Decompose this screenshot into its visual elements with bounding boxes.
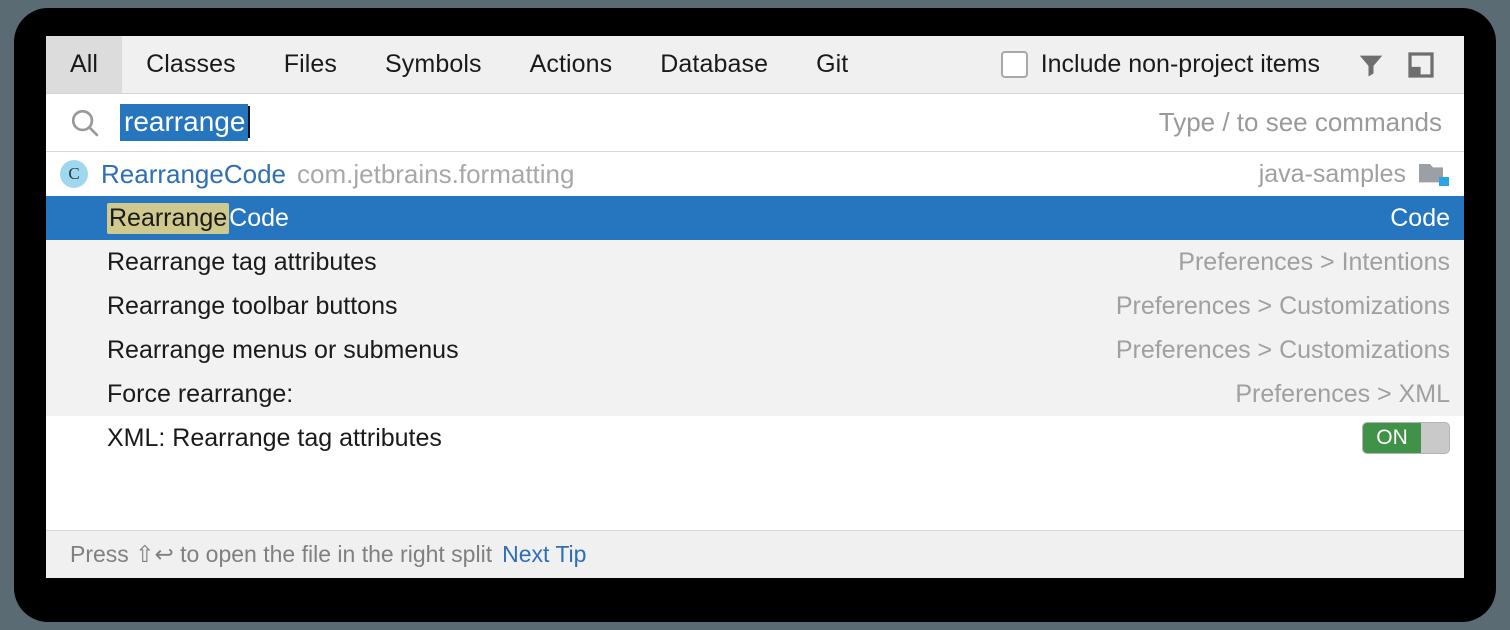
tab-actions[interactable]: Actions bbox=[506, 36, 637, 93]
result-row-xml-rearrange-tag-attributes[interactable]: XML: Rearrange tag attributes ON bbox=[46, 416, 1464, 460]
result-row-force-rearrange[interactable]: Force rearrange: Preferences > XML bbox=[46, 372, 1464, 416]
result-row-content: Rearrange Code bbox=[107, 203, 289, 234]
result-location-label: Preferences > XML bbox=[1235, 380, 1450, 409]
tab-classes[interactable]: Classes bbox=[122, 36, 260, 93]
tab-symbols-label: Symbols bbox=[385, 50, 482, 79]
result-label: Force rearrange: bbox=[107, 380, 293, 409]
tab-git[interactable]: Git bbox=[792, 36, 872, 93]
search-input-value: rearrange bbox=[120, 104, 248, 140]
class-package-label: com.jetbrains.formatting bbox=[297, 159, 574, 190]
tab-bar: All Classes Files Symbols Actions Databa… bbox=[46, 36, 1464, 94]
result-row-content: Force rearrange: bbox=[107, 380, 293, 409]
result-label: Rearrange menus or submenus bbox=[107, 336, 459, 365]
result-location-label: Preferences > Intentions bbox=[1178, 248, 1450, 277]
result-row-meta: Preferences > Intentions bbox=[1178, 248, 1450, 277]
on-off-toggle[interactable]: ON bbox=[1362, 422, 1450, 454]
search-row[interactable]: rearrange Type / to see commands bbox=[46, 94, 1464, 152]
filter-button[interactable] bbox=[1346, 43, 1396, 87]
result-location-label: Code bbox=[1390, 204, 1450, 233]
search-input[interactable]: rearrange bbox=[120, 104, 250, 140]
result-row-meta: ON bbox=[1362, 422, 1450, 454]
class-c-icon: C bbox=[60, 160, 88, 188]
tab-symbols[interactable]: Symbols bbox=[361, 36, 506, 93]
result-row-content: Rearrange menus or submenus bbox=[107, 336, 459, 365]
result-row-meta: Code bbox=[1390, 204, 1450, 233]
result-row-class[interactable]: C RearrangeCode com.jetbrains.formatting… bbox=[46, 152, 1464, 196]
tab-classes-label: Classes bbox=[146, 50, 236, 79]
next-tip-link[interactable]: Next Tip bbox=[502, 541, 586, 568]
result-label: Rearrange toolbar buttons bbox=[107, 292, 397, 321]
result-row-meta: Preferences > Customizations bbox=[1116, 292, 1450, 321]
search-everywhere-dialog: All Classes Files Symbols Actions Databa… bbox=[46, 36, 1464, 578]
preview-toggle-button[interactable] bbox=[1396, 43, 1446, 87]
result-row-content: Rearrange toolbar buttons bbox=[107, 292, 397, 321]
tab-actions-label: Actions bbox=[530, 50, 613, 79]
search-hint: Type / to see commands bbox=[1159, 107, 1442, 138]
result-location-label: Preferences > Customizations bbox=[1116, 292, 1450, 321]
result-row-content: XML: Rearrange tag attributes bbox=[107, 424, 442, 453]
checkbox-box[interactable] bbox=[1001, 51, 1028, 78]
include-non-project-items-label: Include non-project items bbox=[1041, 50, 1320, 79]
tab-all[interactable]: All bbox=[46, 36, 122, 93]
preview-panel-icon bbox=[1406, 50, 1436, 80]
result-row-meta: Preferences > XML bbox=[1235, 380, 1450, 409]
result-row-rearrange-toolbar-buttons[interactable]: Rearrange toolbar buttons Preferences > … bbox=[46, 284, 1464, 328]
result-row-content: Rearrange tag attributes bbox=[107, 248, 377, 277]
class-name-label: RearrangeCode bbox=[101, 159, 286, 190]
result-label-rest: Code bbox=[229, 204, 289, 233]
toggle-on-label: ON bbox=[1363, 423, 1421, 453]
text-caret bbox=[248, 106, 250, 138]
footer-bar: Press ⇧↩ to open the file in the right s… bbox=[46, 530, 1464, 578]
screen: All Classes Files Symbols Actions Databa… bbox=[0, 0, 1510, 630]
result-row-meta: Preferences > Customizations bbox=[1116, 336, 1450, 365]
match-highlight: Rearrange bbox=[107, 203, 229, 234]
result-location-label: Preferences > Customizations bbox=[1116, 336, 1450, 365]
filter-funnel-icon bbox=[1356, 50, 1386, 80]
search-icon bbox=[68, 106, 102, 140]
tab-database-label: Database bbox=[660, 50, 768, 79]
module-name-label: java-samples bbox=[1259, 160, 1406, 189]
tab-database[interactable]: Database bbox=[636, 36, 792, 93]
results-list: C RearrangeCode com.jetbrains.formatting… bbox=[46, 152, 1464, 530]
result-label: XML: Rearrange tag attributes bbox=[107, 424, 442, 453]
tab-bar-controls: Include non-project items bbox=[1001, 36, 1464, 93]
tab-files[interactable]: Files bbox=[260, 36, 361, 93]
module-folder-icon bbox=[1418, 161, 1450, 187]
result-row-rearrange-tag-attributes[interactable]: Rearrange tag attributes Preferences > I… bbox=[46, 240, 1464, 284]
tab-all-label: All bbox=[70, 50, 98, 79]
result-row-meta: java-samples bbox=[1259, 160, 1450, 189]
result-label: Rearrange tag attributes bbox=[107, 248, 377, 277]
tab-git-label: Git bbox=[816, 50, 848, 79]
result-row-selected[interactable]: Rearrange Code Code bbox=[46, 196, 1464, 240]
tab-files-label: Files bbox=[284, 50, 337, 79]
results-empty-space bbox=[46, 460, 1464, 530]
result-row-rearrange-menus-or-submenus[interactable]: Rearrange menus or submenus Preferences … bbox=[46, 328, 1464, 372]
result-row-content: C RearrangeCode com.jetbrains.formatting bbox=[60, 159, 574, 190]
footer-tip-text: Press ⇧↩ to open the file in the right s… bbox=[70, 541, 492, 568]
include-non-project-items-checkbox[interactable]: Include non-project items bbox=[1001, 50, 1320, 79]
